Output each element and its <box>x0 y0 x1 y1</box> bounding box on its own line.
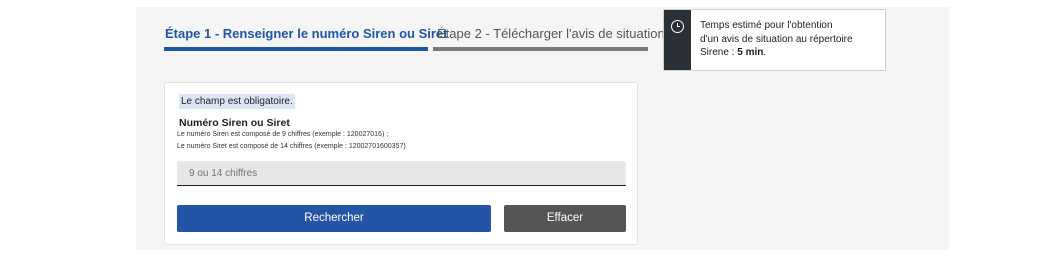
notice-line-1: Temps estimé pour l'obtention <box>700 20 833 31</box>
siren-field-label: Numéro Siren ou Siret <box>179 117 290 129</box>
step-2-indicator <box>433 47 648 51</box>
notice-icon-strip <box>664 10 691 70</box>
notice-line-3-suffix: . <box>763 47 767 58</box>
search-button[interactable]: Rechercher <box>177 205 491 232</box>
required-field-note: Le champ est obligatoire. <box>179 94 295 109</box>
step-2-tab[interactable]: Étape 2 - Télécharger l'avis de situatio… <box>437 26 665 41</box>
siren-siret-input[interactable] <box>177 161 626 186</box>
step-1-tab[interactable]: Étape 1 - Renseigner le numéro Siren ou … <box>165 26 447 41</box>
siret-help-text: Le numéro Siret est composé de 14 chiffr… <box>177 143 406 150</box>
clear-button[interactable]: Effacer <box>504 205 626 232</box>
step-1-indicator <box>164 47 428 51</box>
siren-help-text: Le numéro Siren est composé de 9 chiffre… <box>177 131 389 138</box>
notice-line-3-prefix: Sirene : <box>700 47 738 58</box>
estimated-time-notice: Temps estimé pour l'obtention d'un avis … <box>663 9 886 71</box>
siren-form-card: Le champ est obligatoire. Numéro Siren o… <box>164 82 638 245</box>
notice-text: Temps estimé pour l'obtention d'un avis … <box>700 19 880 60</box>
clock-icon <box>671 20 684 33</box>
notice-line-2: d'un avis de situation au répertoire <box>700 33 853 45</box>
estimated-time-value: 5 min <box>737 47 764 58</box>
